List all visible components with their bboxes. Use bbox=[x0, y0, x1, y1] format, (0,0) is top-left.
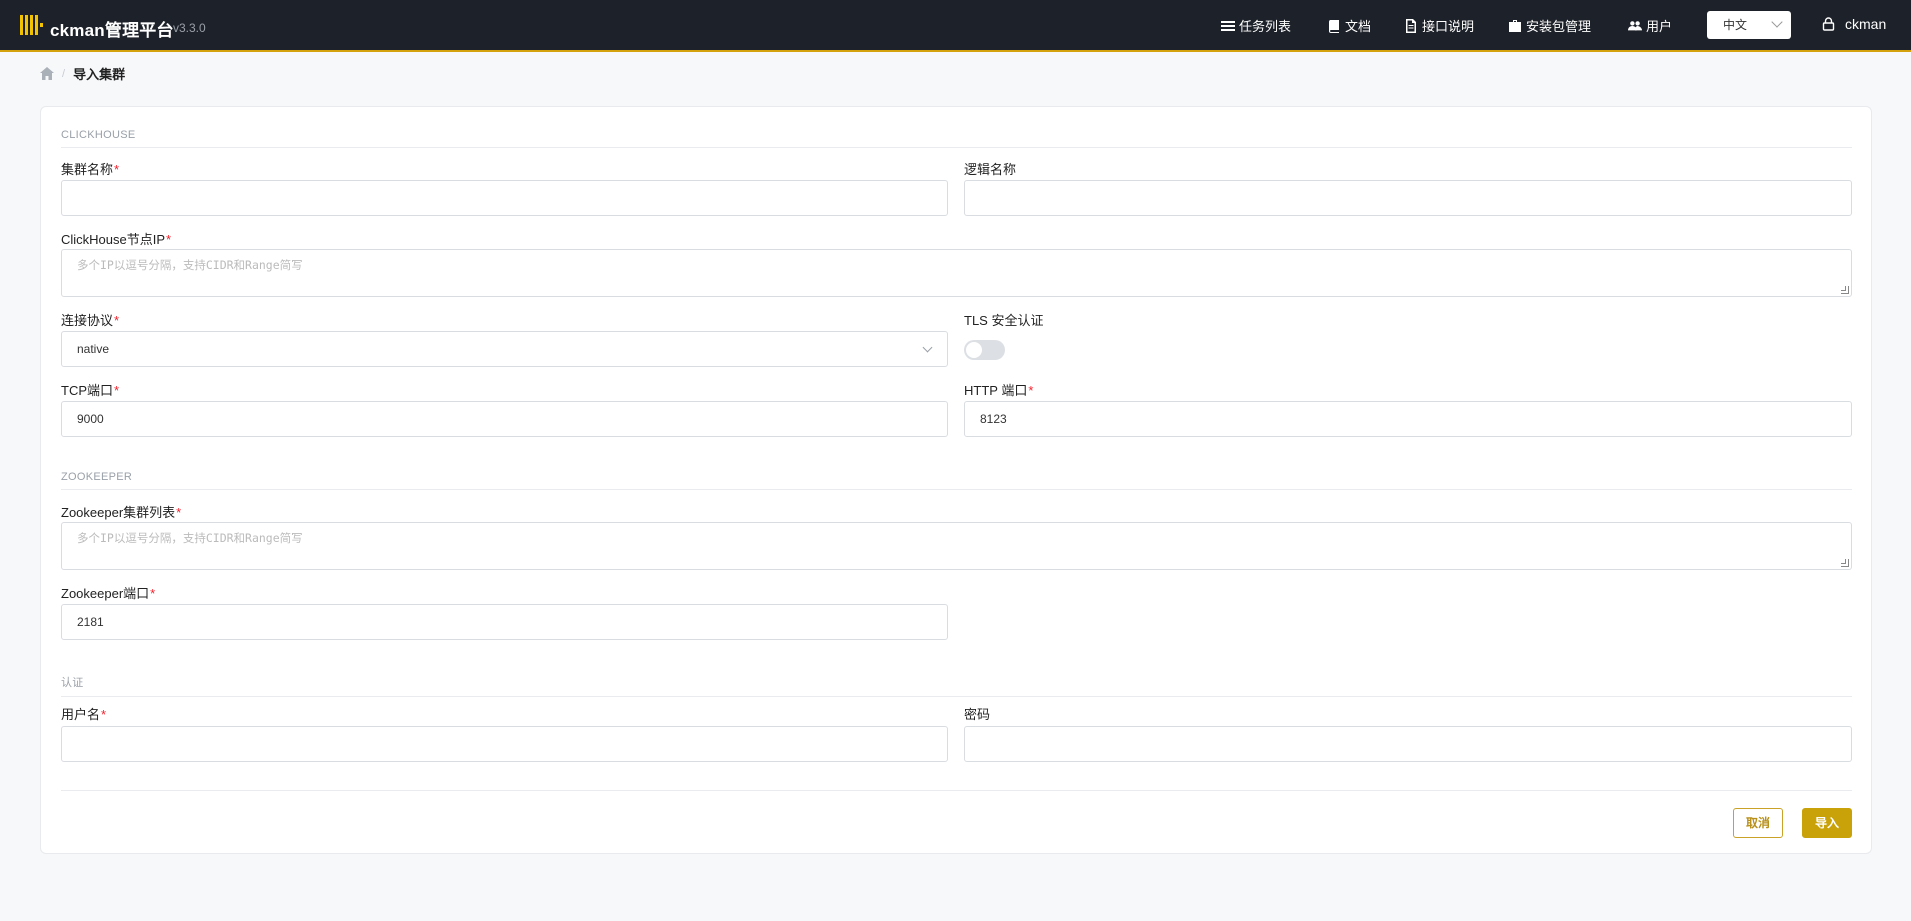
briefcase-icon bbox=[1509, 19, 1521, 32]
user-menu[interactable]: ckman bbox=[1822, 16, 1886, 32]
section-auth: 认证 bbox=[61, 674, 1852, 697]
password-input[interactable] bbox=[964, 726, 1852, 762]
logic-name-label: 逻辑名称 bbox=[964, 162, 1017, 177]
nav-api-docs[interactable]: 接口说明 bbox=[1404, 16, 1474, 35]
section-zookeeper: ZOOKEEPER bbox=[61, 471, 1852, 490]
resize-handle-icon[interactable] bbox=[1841, 286, 1849, 294]
nav-docs[interactable]: 文档 bbox=[1327, 16, 1371, 35]
chevron-down-icon bbox=[922, 342, 933, 353]
nav-task-list[interactable]: 任务列表 bbox=[1221, 16, 1291, 35]
home-icon[interactable] bbox=[40, 67, 54, 80]
language-select-value: 中文 bbox=[1723, 18, 1748, 32]
nav-users[interactable]: 用户 bbox=[1628, 16, 1672, 35]
language-select[interactable]: 中文 bbox=[1707, 11, 1791, 39]
breadcrumb-separator: / bbox=[62, 67, 66, 80]
resize-handle-icon[interactable] bbox=[1841, 559, 1849, 567]
cluster-name-input[interactable] bbox=[61, 180, 948, 216]
http-port-label: HTTP 端口* bbox=[964, 383, 1034, 398]
zookeeper-port-label: Zookeeper端口* bbox=[61, 586, 156, 601]
nav-task-list-label: 任务列表 bbox=[1239, 19, 1292, 34]
nav-package-management[interactable]: 安装包管理 bbox=[1508, 16, 1591, 35]
chevron-down-icon bbox=[1771, 16, 1783, 28]
breadcrumb-current: 导入集群 bbox=[73, 67, 126, 82]
clickhouse-nodes-placeholder: 多个IP以逗号分隔，支持CIDR和Range简写 bbox=[77, 258, 303, 272]
file-icon bbox=[1406, 18, 1416, 33]
logic-name-input[interactable] bbox=[964, 180, 1852, 216]
protocol-label: 连接协议* bbox=[61, 313, 120, 328]
import-cluster-form: CLICKHOUSE 集群名称* 逻辑名称 ClickHouse节点IP* 多个… bbox=[40, 106, 1872, 854]
protocol-select-value: native bbox=[77, 342, 110, 356]
http-port-input[interactable]: 8123 bbox=[964, 401, 1852, 437]
username-field-label: 用户名* bbox=[61, 707, 107, 722]
zookeeper-nodes-label: Zookeeper集群列表* bbox=[61, 505, 182, 520]
section-clickhouse: CLICKHOUSE bbox=[61, 129, 1852, 148]
nav-package-management-label: 安装包管理 bbox=[1526, 19, 1592, 34]
nav-users-label: 用户 bbox=[1646, 19, 1673, 34]
cluster-name-label: 集群名称* bbox=[61, 162, 120, 177]
book-icon bbox=[1328, 19, 1339, 33]
lock-icon bbox=[1822, 17, 1835, 31]
cancel-button[interactable]: 取消 bbox=[1733, 808, 1783, 838]
zookeeper-nodes-textarea[interactable]: 多个IP以逗号分隔，支持CIDR和Range简写 bbox=[61, 522, 1852, 570]
users-icon bbox=[1628, 20, 1642, 30]
clickhouse-nodes-textarea[interactable]: 多个IP以逗号分隔，支持CIDR和Range简写 bbox=[61, 249, 1852, 297]
nav-docs-label: 文档 bbox=[1345, 19, 1372, 34]
username-label: ckman bbox=[1845, 16, 1887, 32]
breadcrumb: / 导入集群 bbox=[40, 64, 125, 83]
tcp-port-label: TCP端口* bbox=[61, 383, 120, 398]
nav-api-docs-label: 接口说明 bbox=[1422, 19, 1475, 34]
zookeeper-nodes-placeholder: 多个IP以逗号分隔，支持CIDR和Range简写 bbox=[77, 531, 303, 545]
top-navigation-bar: ckman管理平台 v3.3.0 任务列表 文档 接口说明 安装包管理 用户 中… bbox=[0, 0, 1911, 52]
password-field-label: 密码 bbox=[964, 707, 991, 722]
tcp-port-input[interactable]: 9000 bbox=[61, 401, 948, 437]
import-button[interactable]: 导入 bbox=[1802, 808, 1852, 838]
protocol-select[interactable]: native bbox=[61, 331, 948, 367]
toggle-knob bbox=[966, 342, 982, 358]
list-icon bbox=[1221, 20, 1235, 31]
tls-label: TLS 安全认证 bbox=[964, 313, 1044, 328]
ckman-logo bbox=[20, 15, 43, 35]
version-label: v3.3.0 bbox=[173, 21, 206, 35]
brand-title: ckman管理平台 bbox=[50, 21, 174, 40]
clickhouse-nodes-label: ClickHouse节点IP* bbox=[61, 232, 172, 247]
zookeeper-port-input[interactable]: 2181 bbox=[61, 604, 948, 640]
username-input[interactable] bbox=[61, 726, 948, 762]
tls-toggle[interactable] bbox=[964, 340, 1005, 360]
form-divider bbox=[61, 790, 1852, 791]
